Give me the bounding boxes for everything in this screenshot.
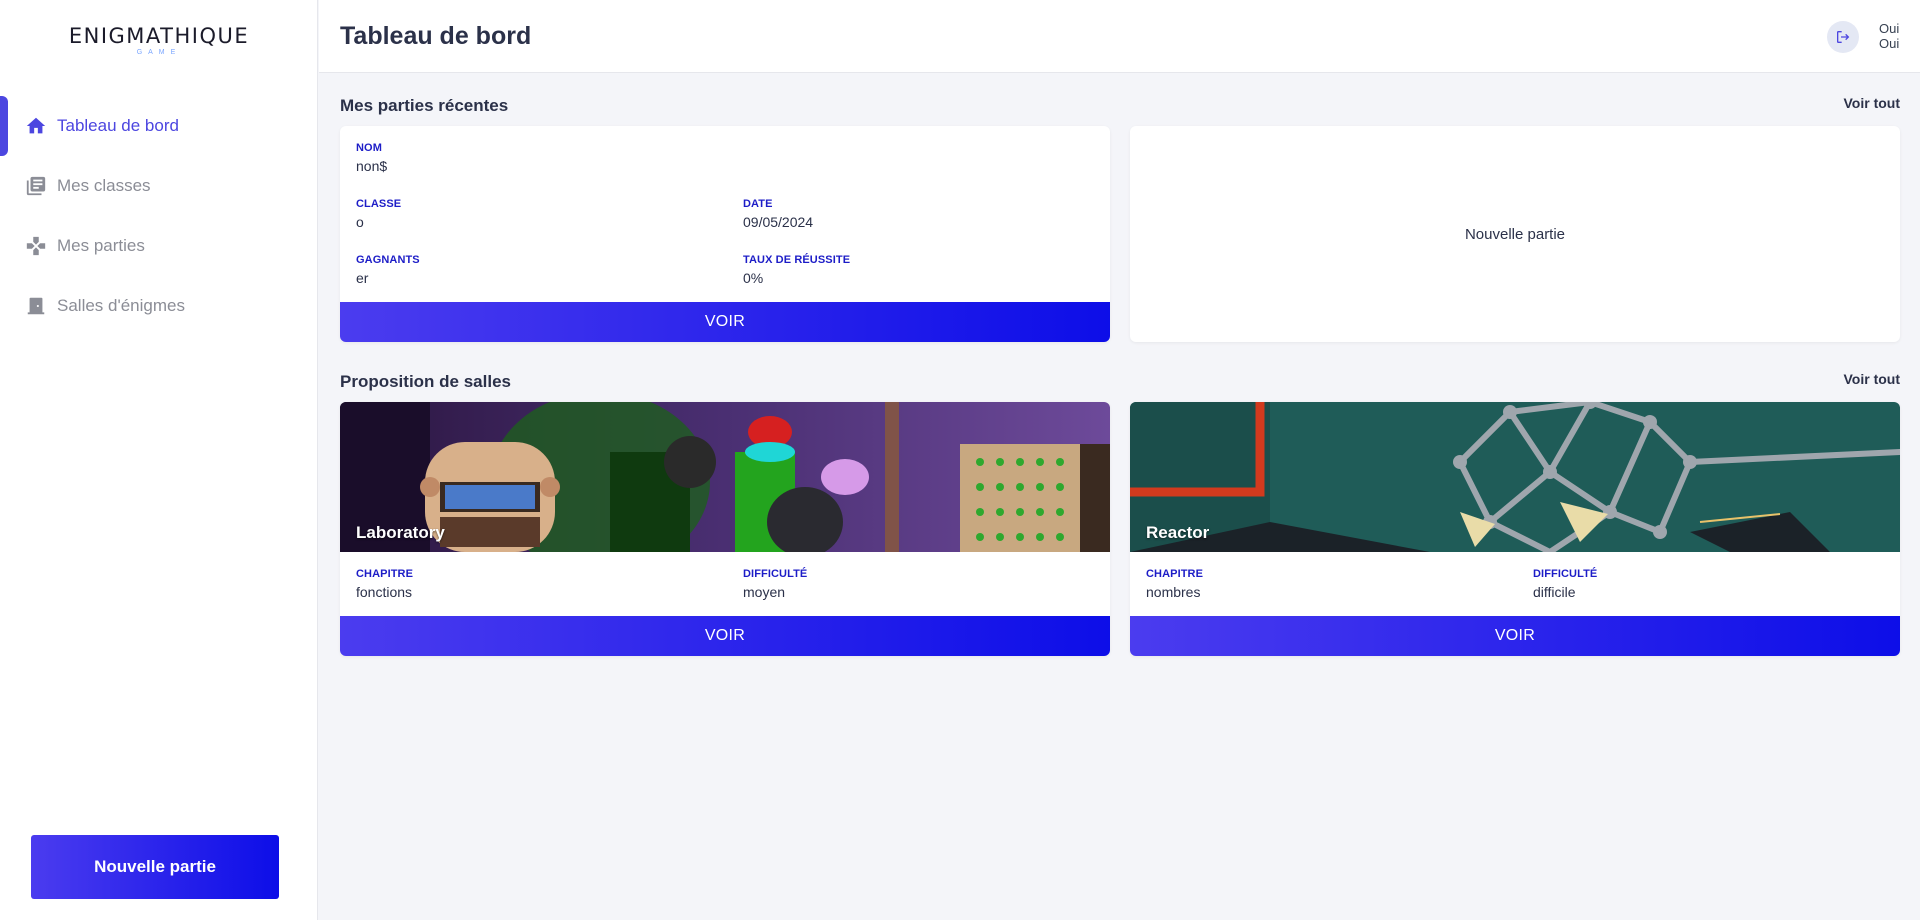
room-chapter: nombres (1146, 584, 1201, 600)
gamepad-icon (25, 235, 47, 257)
game-winners: er (356, 270, 369, 286)
field-label: NOM (356, 142, 382, 154)
sidebar-item-label: Mes classes (57, 176, 151, 195)
room-difficulty: moyen (743, 584, 786, 600)
sidebar-item-rooms[interactable]: Salles d'énigmes (0, 276, 318, 336)
game-date-field: DATE 09/05/2024 (743, 198, 813, 230)
game-class-field: CLASSE o (356, 198, 401, 230)
sidebar-item-games[interactable]: Mes parties (0, 216, 318, 276)
page-title: Tableau de bord (340, 22, 532, 50)
sidebar-nav: Tableau de bord Mes classes Mes parties … (0, 96, 318, 336)
sidebar-item-dashboard[interactable]: Tableau de bord (0, 96, 318, 156)
game-date: 09/05/2024 (743, 214, 814, 230)
view-room-button[interactable]: VOIR (1130, 616, 1900, 656)
home-icon (25, 115, 47, 137)
logo[interactable]: ENIGMATHIQUE GAME (0, 24, 318, 56)
sidebar-item-classes[interactable]: Mes classes (0, 156, 318, 216)
recent-games-title: Mes parties récentes (340, 96, 509, 115)
recent-game-card: NOM non$ CLASSE o DATE 09/05/2024 GAGNAN… (340, 126, 1110, 342)
sidebar: ENIGMATHIQUE GAME Tableau de bord Mes cl… (0, 0, 318, 920)
logo-subtitle: GAME (136, 49, 182, 56)
new-game-button[interactable]: Nouvelle partie (31, 835, 279, 899)
user-info: Oui Oui (1879, 21, 1899, 51)
view-room-button[interactable]: VOIR (340, 616, 1110, 656)
laboratory-image (340, 402, 1110, 552)
library-icon (25, 175, 47, 197)
room-difficulty-field: DIFFICULTÉ difficile (1533, 568, 1597, 600)
sidebar-item-label: Tableau de bord (57, 116, 179, 135)
room-difficulty: difficile (1533, 584, 1576, 600)
field-label: GAGNANTS (356, 254, 420, 266)
user-name: Oui (1879, 21, 1900, 36)
room-name: Laboratory (356, 523, 445, 542)
field-label: DATE (743, 198, 773, 210)
room-card-reactor: Reactor CHAPITRE nombres DIFFICULTÉ diff… (1130, 402, 1900, 656)
rooms-title: Proposition de salles (340, 372, 511, 391)
room-name: Reactor (1146, 523, 1210, 542)
top-header: Tableau de bord Oui Oui (319, 0, 1920, 73)
room-thumbnail[interactable]: Laboratory (340, 402, 1110, 552)
sidebar-item-label: Salles d'énigmes (57, 296, 185, 315)
field-label: CHAPITRE (356, 568, 414, 580)
reactor-image (1130, 402, 1900, 552)
field-label: DIFFICULTÉ (743, 568, 808, 580)
field-label: TAUX DE RÉUSSITE (743, 254, 851, 266)
recent-see-all-link[interactable]: Voir tout (1843, 95, 1900, 111)
sidebar-item-label: Mes parties (57, 236, 145, 255)
room-chapter: fonctions (356, 584, 413, 600)
logo-text: ENIGMATHIQUE (68, 24, 250, 48)
game-rate-field: TAUX DE RÉUSSITE 0% (743, 254, 850, 286)
door-icon (25, 295, 47, 317)
game-winners-field: GAGNANTS er (356, 254, 420, 286)
logout-icon (1837, 31, 1850, 43)
user-role: Oui (1879, 36, 1900, 51)
logout-button[interactable] (1827, 21, 1859, 53)
field-label: CLASSE (356, 198, 402, 210)
room-thumbnail[interactable]: Reactor (1130, 402, 1900, 552)
field-label: CHAPITRE (1146, 568, 1204, 580)
view-game-button[interactable]: VOIR (340, 302, 1110, 342)
new-game-card-label: Nouvelle partie (1464, 225, 1566, 243)
room-card-laboratory: Laboratory CHAPITRE fonctions DIFFICULTÉ… (340, 402, 1110, 656)
game-rate: 0% (743, 270, 764, 286)
game-class: o (356, 214, 364, 230)
room-difficulty-field: DIFFICULTÉ moyen (743, 568, 807, 600)
field-label: DIFFICULTÉ (1533, 568, 1598, 580)
room-chapter-field: CHAPITRE fonctions (356, 568, 413, 600)
game-name-field: NOM non$ (356, 142, 387, 174)
room-chapter-field: CHAPITRE nombres (1146, 568, 1203, 600)
rooms-see-all-link[interactable]: Voir tout (1843, 371, 1900, 387)
game-name: non$ (356, 158, 388, 174)
new-game-card[interactable]: Nouvelle partie (1130, 126, 1900, 342)
